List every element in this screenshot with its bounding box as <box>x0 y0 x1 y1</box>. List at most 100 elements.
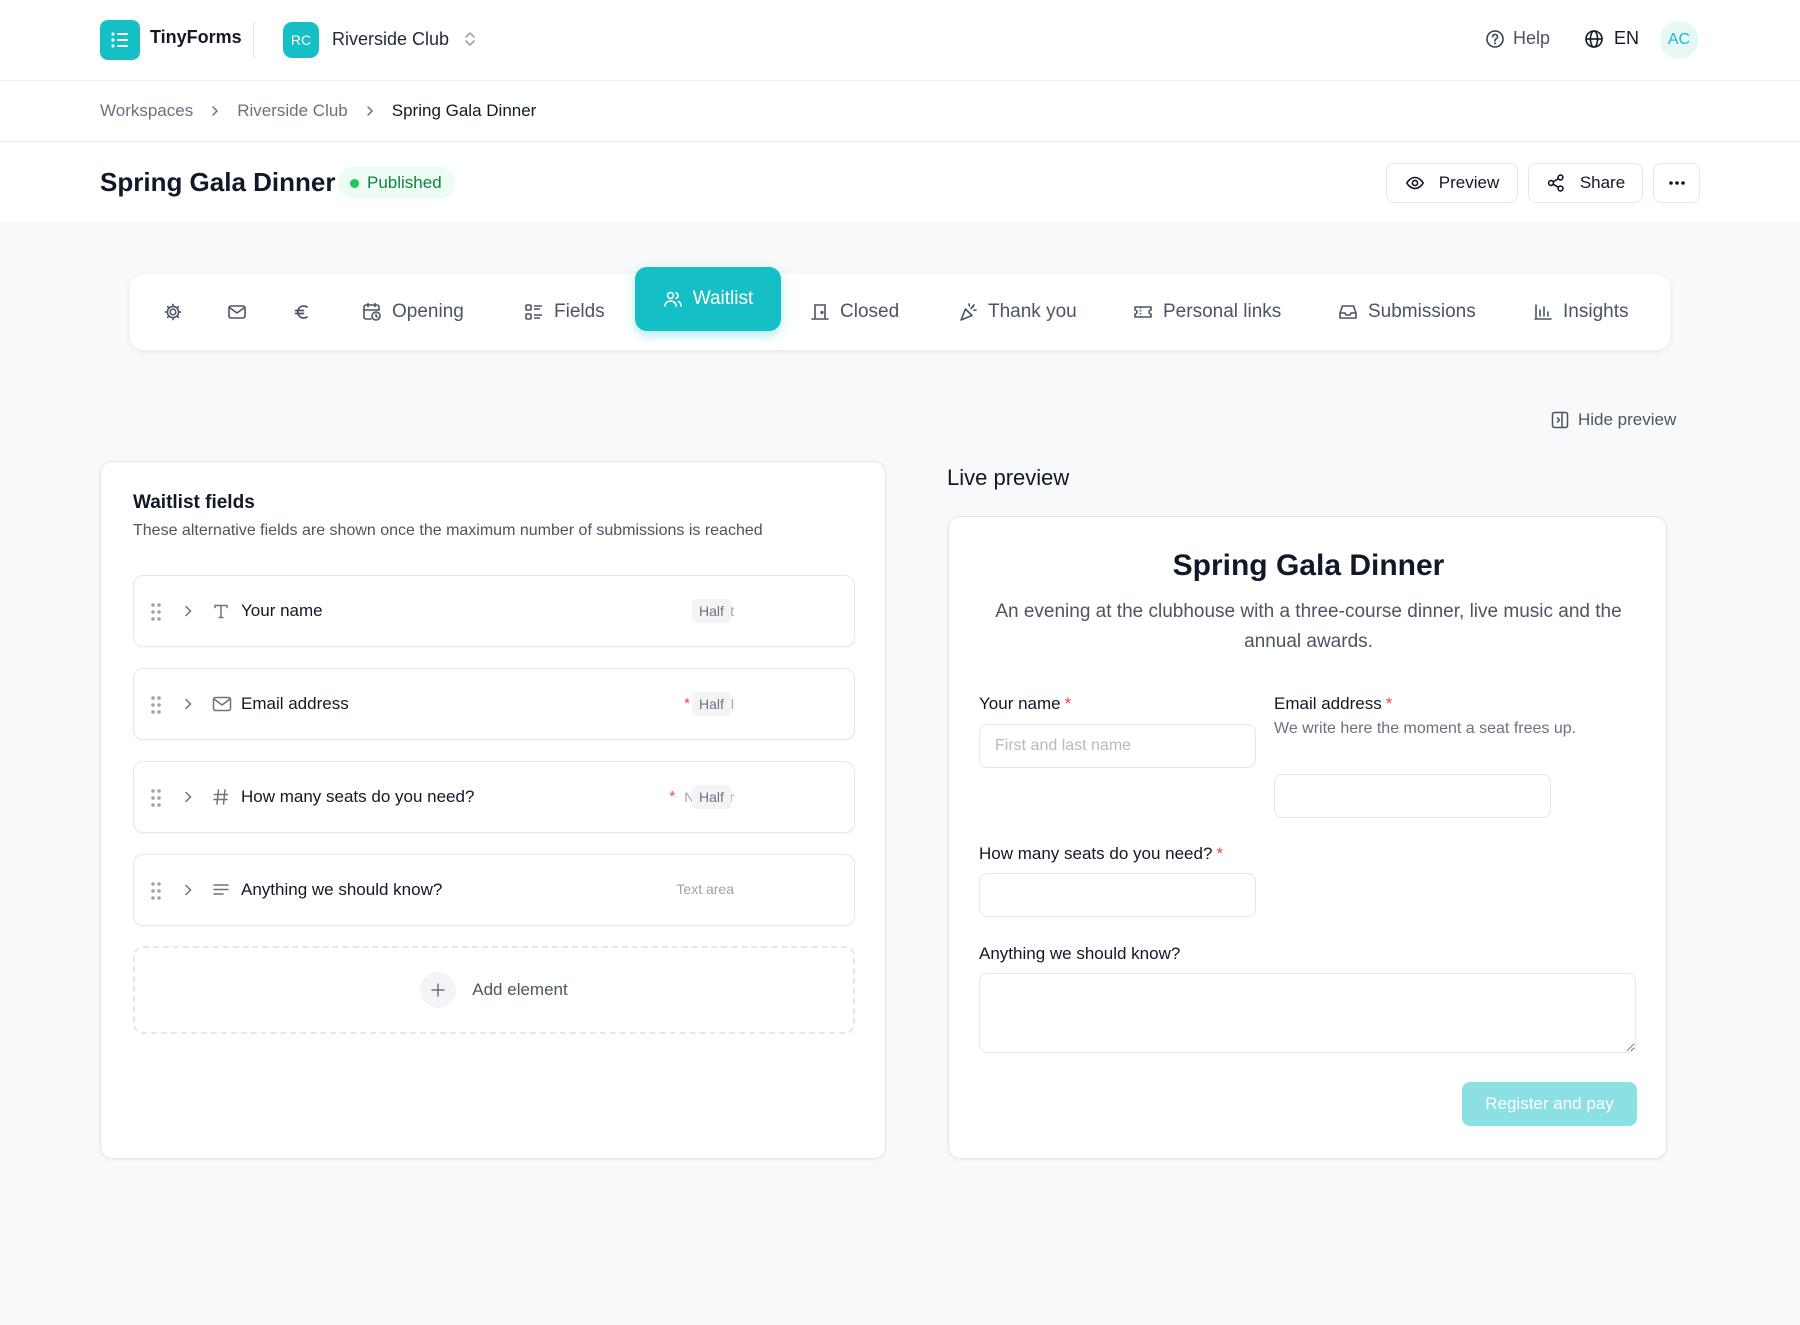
language-label: EN <box>1614 28 1640 48</box>
tab-fields[interactable]: Fields <box>524 274 605 350</box>
drag-handle-icon[interactable] <box>150 881 162 901</box>
preview-form-description: An evening at the clubhouse with a three… <box>995 601 1622 652</box>
brand-name[interactable]: TinyForms <box>150 27 242 48</box>
tab-thank-you[interactable]: Thank you <box>958 274 1077 350</box>
field-label: Email address <box>241 694 349 713</box>
share-button[interactable]: Share <box>1528 163 1643 203</box>
tab-closed[interactable]: Closed <box>810 274 899 350</box>
tab-label: Waitlist <box>692 288 754 309</box>
bar-chart-icon <box>1533 302 1553 322</box>
required-marker: * <box>1216 844 1224 863</box>
field-row[interactable]: Anything we should know? Text area <box>133 854 855 926</box>
textarea-icon <box>212 881 230 899</box>
user-avatar[interactable]: AC <box>1660 21 1698 59</box>
field-label: How many seats do you need? <box>241 787 475 806</box>
field-row[interactable]: How many seats do you need? * Number Hal… <box>133 761 855 833</box>
seats-field-label: How many seats do you need? * <box>979 844 1223 864</box>
required-marker: * <box>669 788 676 805</box>
mail-icon <box>212 695 232 713</box>
party-icon <box>958 302 978 322</box>
hide-preview-button[interactable]: Hide preview <box>1551 410 1676 430</box>
status-badge: Published <box>338 167 455 199</box>
mail-icon <box>227 302 247 322</box>
tab-insights[interactable]: Insights <box>1533 274 1628 350</box>
field-row[interactable]: Your name * Text Half <box>133 575 855 647</box>
tab-label: Thank you <box>988 301 1077 322</box>
drag-handle-icon[interactable] <box>150 602 162 622</box>
live-preview-heading: Live preview <box>947 465 1070 490</box>
top-bar: TinyForms RC Riverside Club Help EN AC <box>0 0 1800 81</box>
drag-handle-icon[interactable] <box>150 695 162 715</box>
question-circle-icon <box>1485 29 1505 49</box>
tab-label: Submissions <box>1368 301 1476 322</box>
breadcrumb-current: Spring Gala Dinner <box>391 101 537 120</box>
breadcrumb: Workspaces Riverside Club Spring Gala Di… <box>100 101 536 121</box>
hash-icon <box>212 788 230 806</box>
field-row[interactable]: Email address * Email Half <box>133 668 855 740</box>
field-label: Anything we should know? <box>241 880 443 899</box>
share-icon <box>1546 173 1566 193</box>
required-marker: * <box>1385 694 1393 713</box>
tab-payments[interactable] <box>292 274 312 350</box>
status-dot <box>350 178 359 188</box>
drag-handle-icon[interactable] <box>150 788 162 808</box>
chevron-right-icon[interactable] <box>182 883 194 897</box>
width-badge: Half <box>692 692 731 716</box>
preview-button[interactable]: Preview <box>1386 163 1518 203</box>
divider <box>253 22 254 58</box>
workspace-avatar[interactable]: RC <box>283 22 319 58</box>
breadcrumb-workspace[interactable]: Riverside Club <box>237 101 348 121</box>
page-title: Spring Gala Dinner <box>100 167 336 197</box>
share-label: Share <box>1579 173 1626 192</box>
tab-personal-links[interactable]: Personal links <box>1133 274 1281 350</box>
page-header: Spring Gala Dinner Published Preview Sha… <box>0 142 1800 222</box>
status-label: Published <box>367 173 442 192</box>
email-help-text: We write here the moment a seat frees up… <box>1274 720 1577 737</box>
tab-emails[interactable] <box>227 274 247 350</box>
tinyforms-logo-icon[interactable] <box>100 20 140 60</box>
calendar-clock-icon <box>362 302 382 322</box>
tab-label: Insights <box>1563 301 1629 322</box>
label-text: Your name <box>979 694 1061 713</box>
chevron-right-icon[interactable] <box>182 790 194 804</box>
panel-right-icon <box>1551 411 1569 429</box>
tab-settings[interactable] <box>163 274 183 350</box>
workspace-switcher[interactable]: Riverside Club <box>332 29 449 50</box>
name-input[interactable] <box>979 724 1256 768</box>
email-input[interactable] <box>1274 774 1551 818</box>
gear-icon <box>163 302 183 322</box>
more-options-button[interactable] <box>1653 163 1700 203</box>
chevron-right-icon[interactable] <box>182 604 194 618</box>
chevron-up-down-icon[interactable] <box>462 29 478 49</box>
chevron-right-icon[interactable] <box>182 697 194 711</box>
help-button[interactable]: Help <box>1485 28 1550 49</box>
preview-form-title: Spring Gala Dinner <box>1172 549 1445 582</box>
required-marker: * <box>1064 694 1072 713</box>
tab-label: Closed <box>840 301 900 322</box>
breadcrumb-workspaces[interactable]: Workspaces <box>100 101 193 121</box>
name-field-label: Your name * <box>979 694 1071 714</box>
text-icon <box>212 602 230 620</box>
euro-icon <box>292 302 312 322</box>
chevron-right-icon <box>364 105 376 117</box>
eye-icon <box>1405 173 1425 193</box>
plus-icon <box>420 972 457 1008</box>
chevron-right-icon <box>209 105 221 117</box>
tab-label: Opening <box>392 301 464 322</box>
tab-submissions[interactable]: Submissions <box>1338 274 1476 350</box>
tab-label: Fields <box>554 301 605 322</box>
tab-opening[interactable]: Opening <box>362 274 464 350</box>
tab-waitlist[interactable]: Waitlist <box>635 267 781 331</box>
add-element-label: Add element <box>472 980 568 999</box>
live-preview-panel: Spring Gala Dinner An evening at the clu… <box>948 516 1667 1159</box>
preview-label: Preview <box>1438 173 1500 192</box>
inbox-icon <box>1338 302 1358 322</box>
email-field-label: Email address * <box>1274 694 1392 714</box>
notes-textarea[interactable] <box>979 973 1636 1053</box>
required-marker: * <box>684 695 690 712</box>
add-element-button[interactable]: Add element <box>133 946 855 1034</box>
language-switcher[interactable]: EN <box>1584 28 1639 49</box>
seats-input[interactable] <box>979 873 1256 917</box>
register-and-pay-button[interactable]: Register and pay <box>1462 1082 1637 1126</box>
field-meta: Text area <box>667 881 734 897</box>
